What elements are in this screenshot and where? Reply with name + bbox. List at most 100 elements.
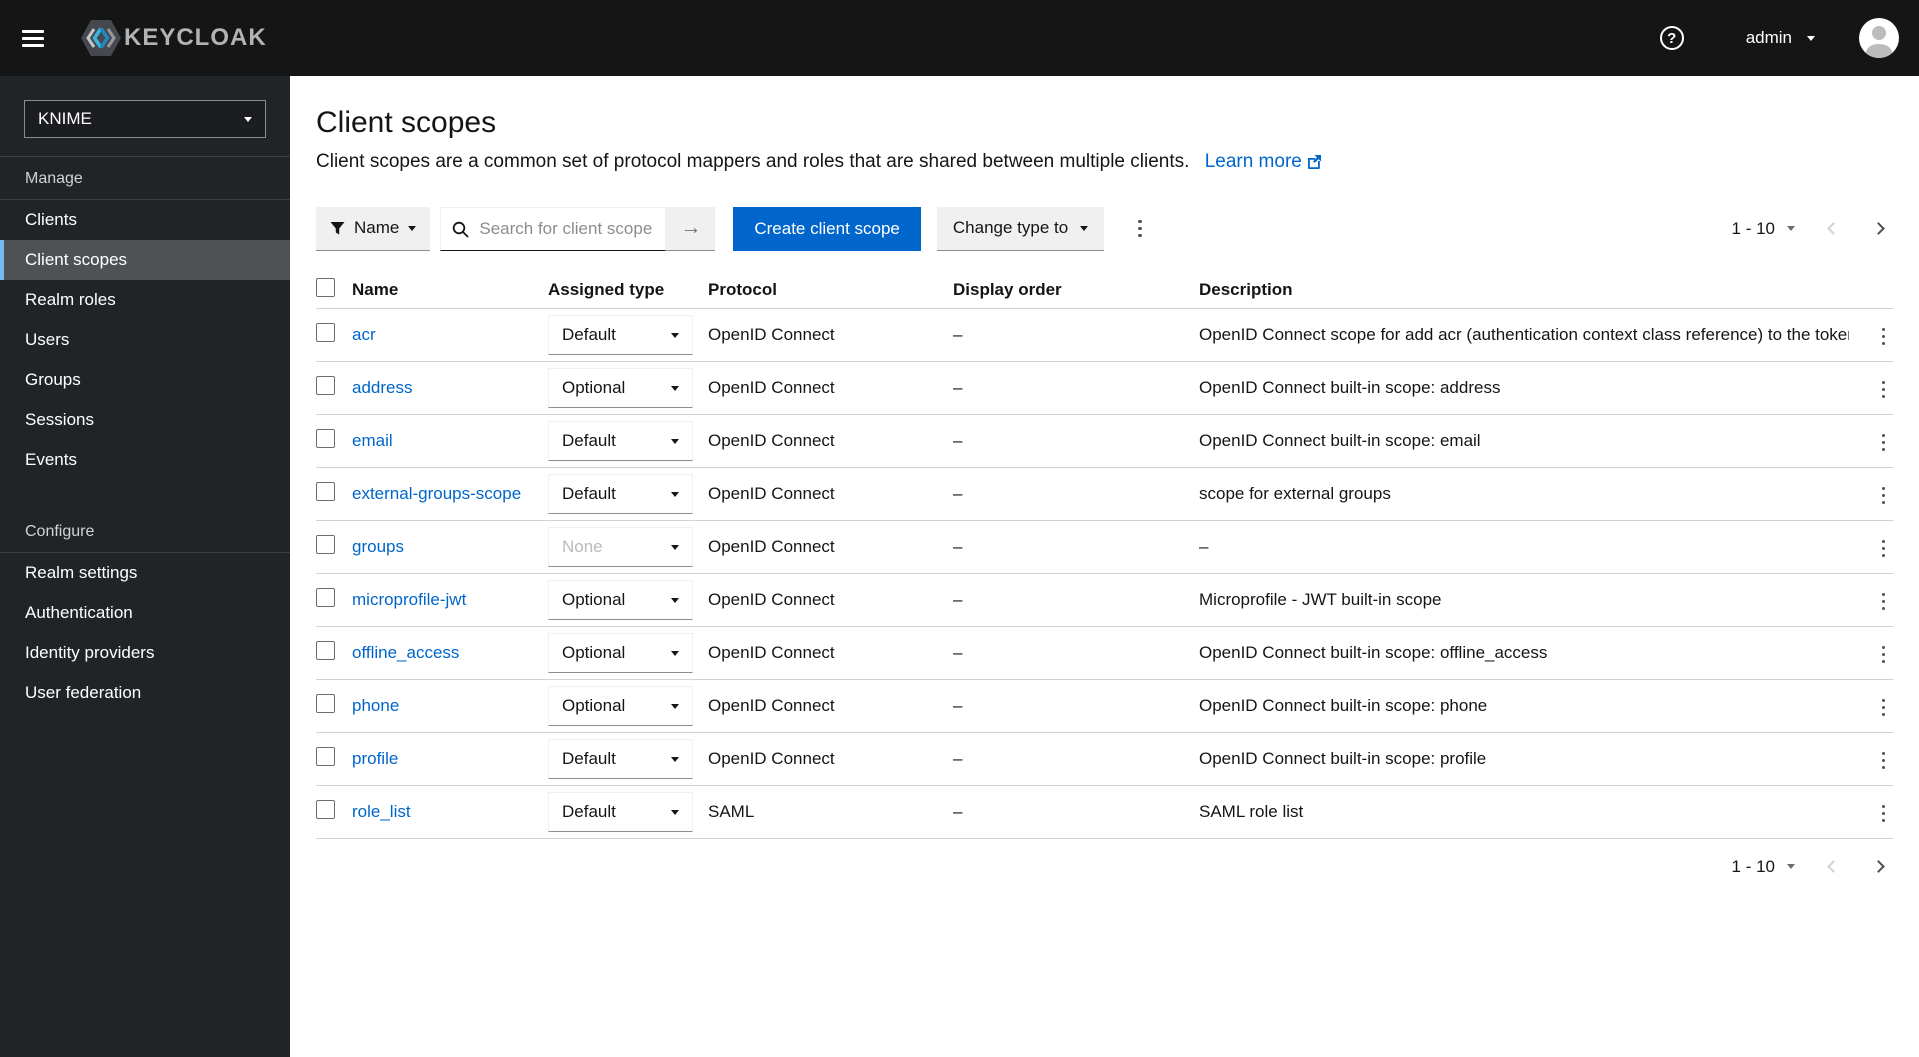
select-all-checkbox[interactable] — [316, 278, 335, 297]
assigned-type-select[interactable]: Default — [548, 739, 693, 779]
scope-name-link[interactable]: phone — [352, 696, 399, 715]
row-kebab-menu-icon[interactable] — [1874, 319, 1894, 355]
assigned-type-value: Optional — [562, 378, 626, 397]
assigned-type-select[interactable]: Optional — [548, 368, 693, 408]
row-checkbox[interactable] — [316, 482, 335, 501]
search-submit-button[interactable]: → — [666, 206, 716, 251]
sidebar-item-label: Groups — [25, 370, 81, 389]
row-kebab-menu-icon[interactable] — [1874, 478, 1894, 514]
scope-name-link[interactable]: microprofile-jwt — [352, 590, 466, 609]
sidebar-item[interactable]: Clients — [0, 200, 290, 240]
row-checkbox[interactable] — [316, 641, 335, 660]
assigned-type-select[interactable]: Default — [548, 474, 693, 514]
row-kebab-menu-icon[interactable] — [1874, 584, 1894, 620]
display-order-cell: – — [953, 325, 963, 344]
row-kebab-menu-icon[interactable] — [1874, 743, 1894, 779]
masthead: KEYCLOAK ? admin — [0, 0, 1919, 76]
assigned-type-select[interactable]: Optional — [548, 686, 693, 726]
page-description-text: Client scopes are a common set of protoc… — [316, 151, 1190, 172]
brand-text: KEYCLOAK — [124, 24, 267, 51]
row-checkbox[interactable] — [316, 535, 335, 554]
user-menu[interactable]: admin — [1746, 28, 1815, 48]
assigned-type-select[interactable]: Default — [548, 792, 693, 832]
nav-section-manage: Manage Clients Client scopes Realm roles… — [0, 157, 290, 480]
realm-selector[interactable]: KNIME — [24, 100, 266, 138]
sidebar-item[interactable]: Users — [0, 320, 290, 360]
pagination-range-dropdown[interactable]: 1 - 10 — [1732, 219, 1795, 239]
search-type-dropdown[interactable]: Name — [316, 206, 431, 251]
sidebar-item[interactable]: Identity providers — [0, 633, 290, 673]
scope-name-link[interactable]: profile — [352, 749, 398, 768]
protocol-cell: OpenID Connect — [708, 749, 835, 768]
protocol-cell: OpenID Connect — [708, 378, 835, 397]
assigned-type-select[interactable]: Optional — [548, 633, 693, 673]
pagination-prev-button[interactable] — [1823, 215, 1844, 242]
pagination-next-button[interactable] — [1868, 853, 1889, 880]
create-client-scope-button[interactable]: Create client scope — [733, 206, 921, 251]
row-checkbox[interactable] — [316, 588, 335, 607]
row-checkbox[interactable] — [316, 429, 335, 448]
row-kebab-menu-icon[interactable] — [1874, 531, 1894, 567]
row-checkbox[interactable] — [316, 747, 335, 766]
toolbar-kebab-menu-icon[interactable] — [1130, 211, 1150, 247]
filter-icon — [330, 221, 345, 234]
row-kebab-menu-icon[interactable] — [1874, 637, 1894, 673]
assigned-type-select[interactable]: Default — [548, 315, 693, 355]
sidebar-item[interactable]: Realm settings — [0, 553, 290, 593]
scope-name-link[interactable]: groups — [352, 537, 404, 556]
row-kebab-menu-icon[interactable] — [1874, 796, 1894, 832]
avatar[interactable] — [1859, 18, 1899, 58]
row-kebab-menu-icon[interactable] — [1874, 425, 1894, 461]
sidebar-item-label: Users — [25, 330, 70, 349]
row-checkbox[interactable] — [316, 800, 335, 819]
help-icon[interactable]: ? — [1659, 26, 1684, 50]
assigned-type-select[interactable]: None — [548, 527, 693, 567]
chevron-down-icon — [671, 597, 679, 603]
row-checkbox[interactable] — [316, 694, 335, 713]
assigned-type-value: Default — [562, 749, 616, 768]
sidebar-item[interactable]: Client scopes — [0, 240, 290, 280]
protocol-cell: OpenID Connect — [708, 325, 835, 344]
display-order-cell: – — [953, 590, 963, 609]
pagination-range-dropdown[interactable]: 1 - 10 — [1732, 857, 1795, 877]
page-description: Client scopes are a common set of protoc… — [316, 151, 1893, 173]
scope-name-link[interactable]: role_list — [352, 802, 411, 821]
change-type-dropdown[interactable]: Change type to — [936, 206, 1105, 251]
chevron-down-icon — [408, 225, 417, 231]
scope-name-link[interactable]: external-groups-scope — [352, 484, 521, 503]
learn-more-link[interactable]: Learn more — [1205, 151, 1322, 172]
protocol-cell: OpenID Connect — [708, 590, 835, 609]
realm-selector-wrap: KNIME — [0, 76, 290, 157]
assigned-type-select[interactable]: Default — [548, 421, 693, 461]
protocol-cell: OpenID Connect — [708, 484, 835, 503]
pagination-next-button[interactable] — [1868, 215, 1889, 242]
scope-name-link[interactable]: acr — [352, 325, 376, 344]
protocol-cell: OpenID Connect — [708, 696, 835, 715]
row-checkbox[interactable] — [316, 323, 335, 342]
display-order-cell: – — [953, 484, 963, 503]
scope-name-link[interactable]: email — [352, 431, 393, 450]
row-kebab-menu-icon[interactable] — [1874, 690, 1894, 726]
assigned-type-value: None — [562, 537, 603, 556]
chevron-down-icon — [671, 491, 679, 497]
keycloak-hexagon-icon — [81, 20, 121, 56]
scope-name-link[interactable]: offline_access — [352, 643, 459, 662]
pagination-prev-button[interactable] — [1823, 853, 1844, 880]
table-row: groups None OpenID Connect – – — [316, 521, 1893, 574]
sidebar-item[interactable]: User federation — [0, 673, 290, 713]
row-checkbox[interactable] — [316, 376, 335, 395]
sidebar-item[interactable]: Groups — [0, 360, 290, 400]
search-input[interactable] — [441, 207, 666, 250]
row-kebab-menu-icon[interactable] — [1874, 372, 1894, 408]
sidebar-item[interactable]: Realm roles — [0, 280, 290, 320]
scope-name-link[interactable]: address — [352, 378, 412, 397]
protocol-cell: SAML — [708, 802, 755, 821]
nav-section-title: Manage — [0, 157, 290, 200]
menu-toggle-icon[interactable] — [22, 29, 44, 47]
protocol-cell: OpenID Connect — [708, 431, 835, 450]
sidebar-item[interactable]: Events — [0, 440, 290, 480]
assigned-type-select[interactable]: Optional — [548, 580, 693, 620]
sidebar-item[interactable]: Sessions — [0, 400, 290, 440]
chevron-left-icon — [1827, 222, 1840, 235]
sidebar-item[interactable]: Authentication — [0, 593, 290, 633]
